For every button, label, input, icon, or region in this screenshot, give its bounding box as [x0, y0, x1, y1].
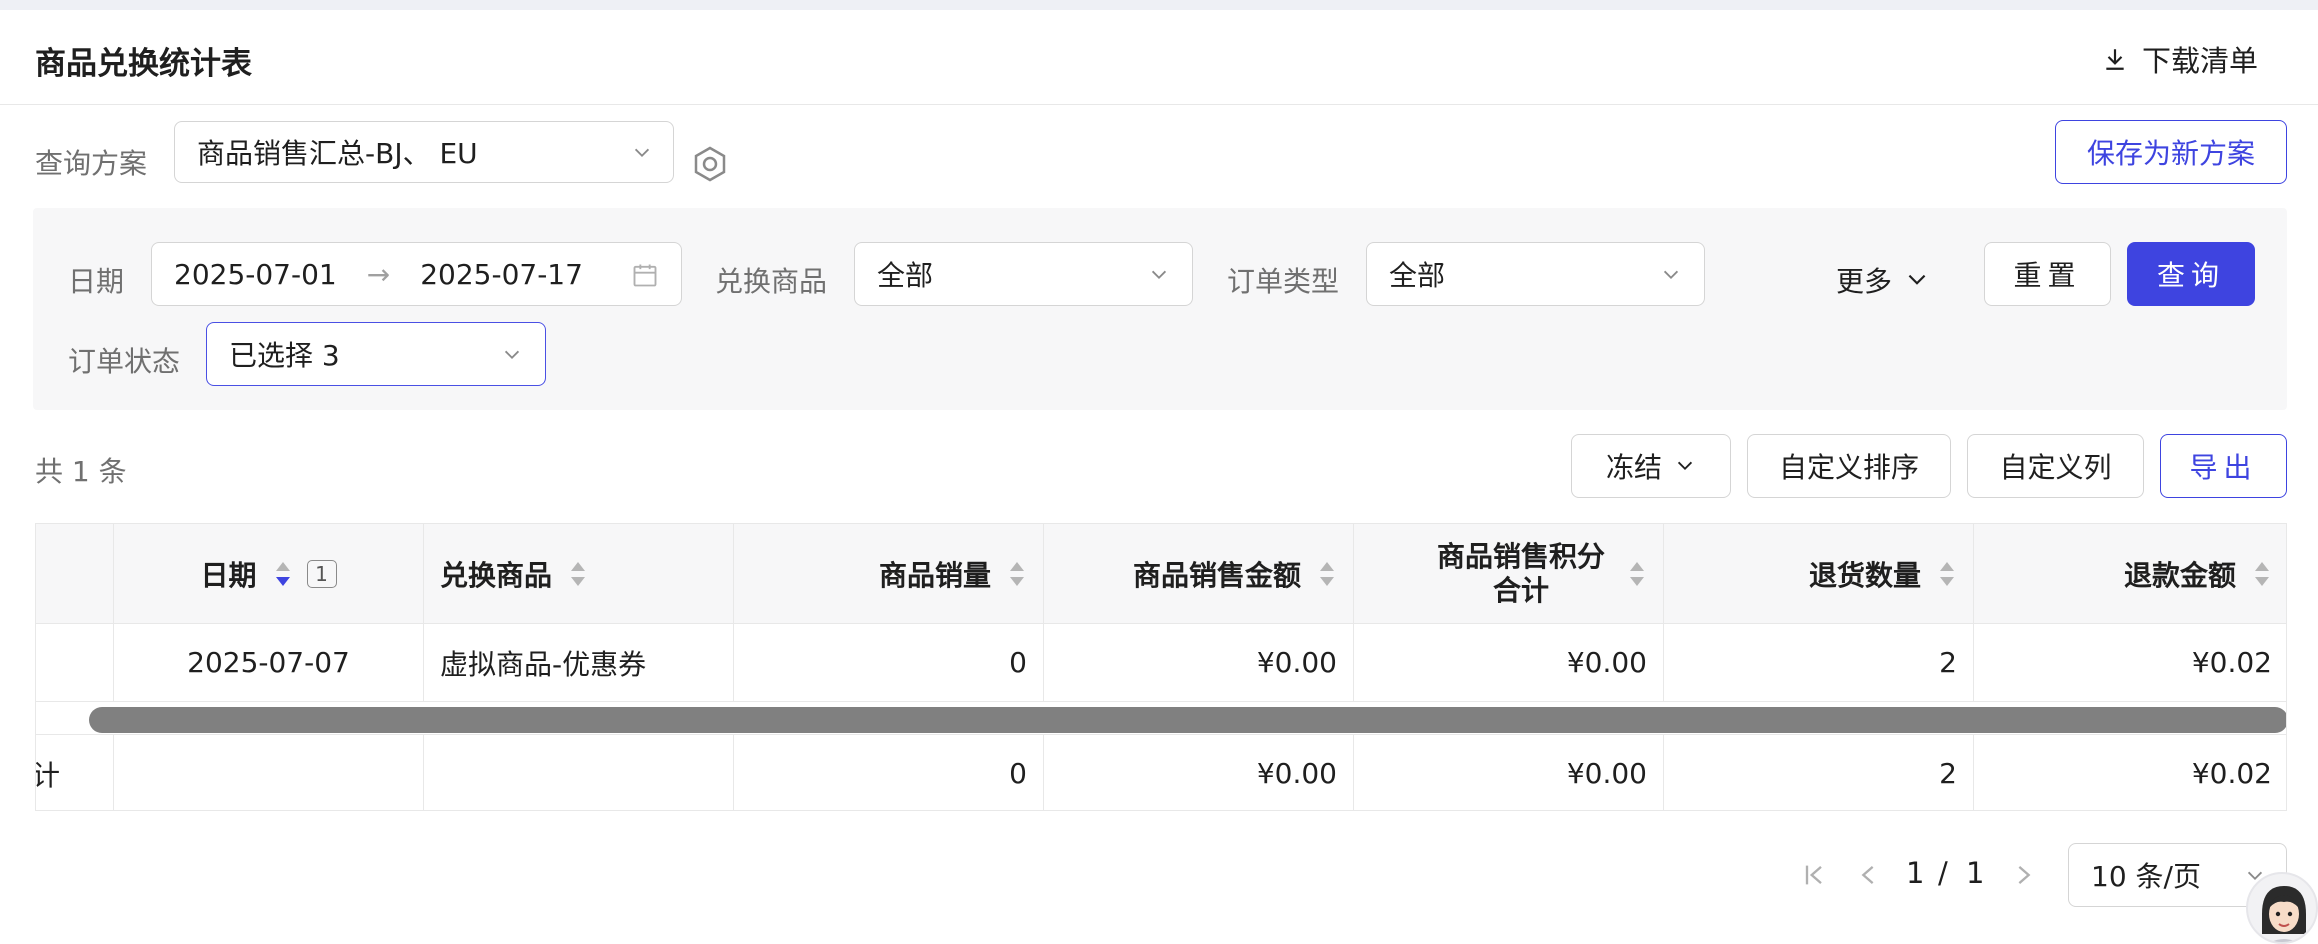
header-cell-product[interactable]: 兑换商品	[424, 524, 734, 623]
header-product-label: 兑换商品	[440, 558, 553, 592]
sort-icon[interactable]	[2252, 559, 2272, 589]
header-cell-sales-amount[interactable]: 商品销售金额	[1044, 524, 1354, 623]
scheme-value: 商品销售汇总-BJ、 EU	[197, 137, 478, 170]
sort-priority-badge: 1	[306, 559, 337, 588]
cell-points-total: ¥0.00	[1354, 624, 1664, 701]
more-filters-toggle[interactable]: 更多	[1836, 260, 1930, 300]
summary-cell-return-qty: 2	[1664, 735, 1974, 810]
sort-icon[interactable]	[1007, 559, 1027, 589]
date-start: 2025-07-01	[174, 257, 337, 291]
page-size-value: 10 条/页	[2091, 860, 2201, 893]
next-page-icon[interactable]	[2010, 860, 2038, 890]
cell-product: 虚拟商品-优惠券	[424, 624, 734, 701]
summary-cell-sales-qty: 0	[734, 735, 1044, 810]
save-as-new-scheme-button[interactable]: 保存为新方案	[2055, 120, 2287, 184]
summary-row: 计 0 ¥0.00 ¥0.00 2 ¥0.02	[36, 734, 2286, 810]
sort-icon[interactable]	[1317, 559, 1337, 589]
chevron-down-icon	[504, 350, 520, 360]
summary-label: 计	[36, 735, 114, 810]
date-end: 2025-07-17	[420, 257, 583, 291]
header-return-qty-label: 退货数量	[1808, 558, 1921, 592]
cell-sales-qty: 0	[734, 624, 1044, 701]
reset-button[interactable]: 重置	[1984, 242, 2111, 306]
order-type-filter-label: 订单类型	[1227, 265, 1340, 298]
scheme-label: 查询方案	[35, 147, 148, 180]
cell-sales-amount: ¥0.00	[1044, 624, 1354, 701]
header-cell-sales-qty[interactable]: 商品销量	[734, 524, 1044, 623]
header-cell-refund-amount[interactable]: 退款金额	[1974, 524, 2286, 623]
header-date-label: 日期	[200, 558, 257, 592]
header-refund-amount-label: 退款金额	[2123, 558, 2236, 592]
card-header: 商品兑换统计表 下载清单	[0, 10, 2318, 105]
header-points-total-label: 商品销售积分合计	[1436, 539, 1605, 607]
cell-refund-amount: ¥0.02	[2191, 646, 2272, 679]
order-type-select-value: 全部	[1389, 259, 1446, 292]
order-status-filter-label: 订单状态	[68, 345, 181, 378]
current-page: 1	[1906, 856, 1925, 890]
order-status-select[interactable]: 已选择 3	[206, 322, 546, 386]
page-title: 商品兑换统计表	[35, 46, 252, 82]
sort-icon[interactable]	[568, 559, 588, 589]
assistant-avatar-icon[interactable]	[2246, 872, 2318, 944]
order-status-select-value: 已选择 3	[229, 339, 340, 372]
product-select[interactable]: 全部	[854, 242, 1193, 306]
data-table: 日期 1 兑换商品 商品销量 商品销售金额 商品销售积分合计 退货数量 退款金额…	[35, 523, 2287, 811]
chevron-down-icon	[1908, 274, 1926, 285]
chevron-down-icon	[1663, 270, 1679, 280]
header-sales-amount-label: 商品销售金额	[1132, 558, 1301, 592]
sort-icon-active-desc[interactable]	[273, 559, 293, 589]
cell-date: 2025-07-07	[114, 624, 424, 701]
chevron-down-icon	[1677, 461, 1693, 471]
header-cell-points-total[interactable]: 商品销售积分合计	[1354, 524, 1664, 623]
download-list-button[interactable]: 下载清单	[2102, 38, 2258, 80]
summary-cell-product	[424, 735, 734, 810]
table-row[interactable]: 2025-07-07 虚拟商品-优惠券 0 ¥0.00 ¥0.00 2 ¥0.0…	[36, 624, 2286, 702]
total-pages: 1	[1966, 856, 1985, 890]
page-separator: /	[1938, 856, 1948, 890]
total-count: 共 1 条	[35, 455, 127, 488]
cell-return-qty: 2	[1664, 624, 1974, 701]
header-cell-date[interactable]: 日期 1	[114, 524, 424, 623]
chevron-down-icon	[1151, 270, 1167, 280]
date-range-picker[interactable]: 2025-07-01 → 2025-07-17	[151, 242, 682, 306]
header-cell-return-qty[interactable]: 退货数量	[1664, 524, 1974, 623]
query-button[interactable]: 查询	[2127, 242, 2255, 306]
product-filter-label: 兑换商品	[715, 265, 828, 298]
calendar-icon	[633, 264, 657, 287]
product-select-value: 全部	[877, 259, 934, 292]
order-type-select[interactable]: 全部	[1366, 242, 1705, 306]
first-page-icon[interactable]	[1800, 860, 1828, 890]
summary-label-text: 计	[36, 754, 60, 794]
frozen-edge-cell	[36, 624, 114, 701]
export-button[interactable]: 导出	[2160, 434, 2287, 498]
header-sales-qty-label: 商品销量	[878, 558, 991, 592]
custom-sort-button[interactable]: 自定义排序	[1747, 434, 1951, 498]
chevron-down-icon	[634, 148, 650, 158]
date-filter-label: 日期	[68, 265, 125, 298]
summary-cell-refund-amount: ¥0.02	[2191, 757, 2272, 790]
header-cell-frozen-edge	[36, 524, 114, 623]
download-icon	[2106, 49, 2124, 70]
prev-page-icon[interactable]	[1854, 860, 1882, 890]
scheme-select[interactable]: 商品销售汇总-BJ、 EU	[174, 121, 674, 183]
freeze-columns-button[interactable]: 冻结	[1571, 434, 1731, 498]
custom-columns-button[interactable]: 自定义列	[1967, 434, 2144, 498]
summary-cell-sales-amount: ¥0.00	[1044, 735, 1354, 810]
freeze-label: 冻结	[1605, 451, 1662, 484]
scrollbar-thumb[interactable]	[89, 707, 2286, 733]
summary-cell-points-total: ¥0.00	[1354, 735, 1664, 810]
date-range-arrow: →	[366, 257, 391, 291]
sort-icon[interactable]	[1937, 559, 1957, 589]
settings-gear-icon[interactable]	[690, 144, 730, 184]
more-filters-label: 更多	[1836, 265, 1893, 298]
horizontal-scrollbar[interactable]	[36, 702, 2286, 734]
table-header-row: 日期 1 兑换商品 商品销量 商品销售金额 商品销售积分合计 退货数量 退款金额	[36, 524, 2286, 624]
sort-icon[interactable]	[1627, 559, 1647, 589]
download-list-label: 下载清单	[2141, 44, 2258, 78]
summary-cell-date	[114, 735, 424, 810]
